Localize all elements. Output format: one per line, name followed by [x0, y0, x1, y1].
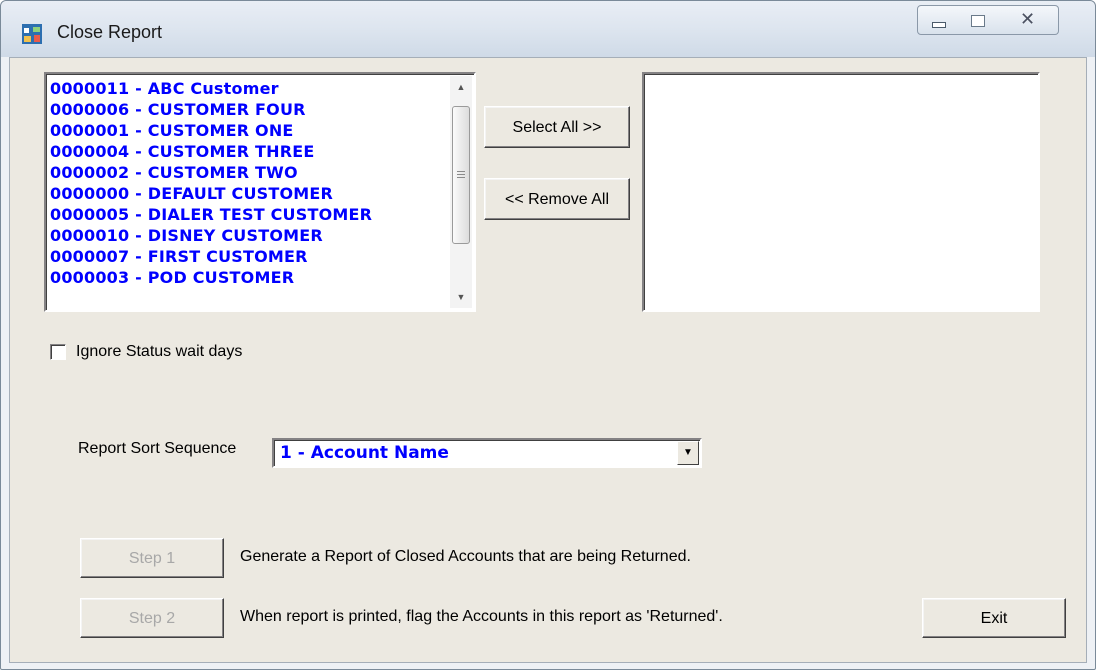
window-title: Close Report	[57, 22, 163, 42]
list-item[interactable]: 0000011 - ABC Customer	[50, 78, 450, 99]
step1-button[interactable]: Step 1	[80, 538, 224, 578]
list-item[interactable]: 0000001 - CUSTOMER ONE	[50, 120, 450, 141]
scroll-thumb[interactable]	[452, 106, 470, 244]
list-item[interactable]: 0000006 - CUSTOMER FOUR	[50, 99, 450, 120]
list-item[interactable]: 0000005 - DIALER TEST CUSTOMER	[50, 204, 450, 225]
minimize-icon	[932, 22, 946, 28]
customer-list-items: 0000011 - ABC Customer 0000006 - CUSTOME…	[50, 78, 450, 288]
exit-button[interactable]: Exit	[922, 598, 1066, 638]
sort-sequence-dropdown[interactable]: 1 - Account Name ▼	[272, 438, 702, 468]
report-icon	[21, 23, 43, 45]
step2-button[interactable]: Step 2	[80, 598, 224, 638]
customer-listbox[interactable]: 0000011 - ABC Customer 0000006 - CUSTOME…	[44, 72, 476, 312]
chevron-down-icon[interactable]: ▼	[677, 441, 699, 465]
select-all-button[interactable]: Select All >>	[484, 106, 630, 148]
remove-all-button[interactable]: << Remove All	[484, 178, 630, 220]
ignore-status-checkbox[interactable]	[50, 344, 66, 360]
list-item[interactable]: 0000010 - DISNEY CUSTOMER	[50, 225, 450, 246]
list-item[interactable]: 0000003 - POD CUSTOMER	[50, 267, 450, 288]
customer-list-scrollbar[interactable]: ▲ ▼	[450, 76, 472, 308]
minimize-button[interactable]	[917, 5, 959, 35]
close-icon: ✕	[1020, 9, 1036, 30]
sort-sequence-value: 1 - Account Name	[280, 443, 449, 463]
list-item[interactable]: 0000002 - CUSTOMER TWO	[50, 162, 450, 183]
step2-description: When report is printed, flag the Account…	[240, 608, 723, 625]
maximize-icon	[971, 15, 985, 27]
selected-customers-listbox[interactable]	[642, 72, 1040, 312]
sort-sequence-label: Report Sort Sequence	[78, 440, 237, 457]
close-button[interactable]: ✕	[997, 5, 1059, 35]
list-item[interactable]: 0000004 - CUSTOMER THREE	[50, 141, 450, 162]
ignore-status-label[interactable]: Ignore Status wait days	[76, 343, 242, 361]
list-item[interactable]: 0000000 - DEFAULT CUSTOMER	[50, 183, 450, 204]
title-bar[interactable]: Close Report ✕	[1, 1, 1095, 57]
close-report-window: Close Report ✕ 0000011 - ABC Customer 00…	[0, 0, 1096, 670]
scroll-down-icon[interactable]: ▼	[450, 286, 472, 308]
scroll-up-icon[interactable]: ▲	[450, 76, 472, 98]
dialog-body: 0000011 - ABC Customer 0000006 - CUSTOME…	[9, 57, 1087, 663]
list-item[interactable]: 0000007 - FIRST CUSTOMER	[50, 246, 450, 267]
maximize-button[interactable]	[958, 5, 998, 35]
step1-description: Generate a Report of Closed Accounts tha…	[240, 548, 691, 565]
